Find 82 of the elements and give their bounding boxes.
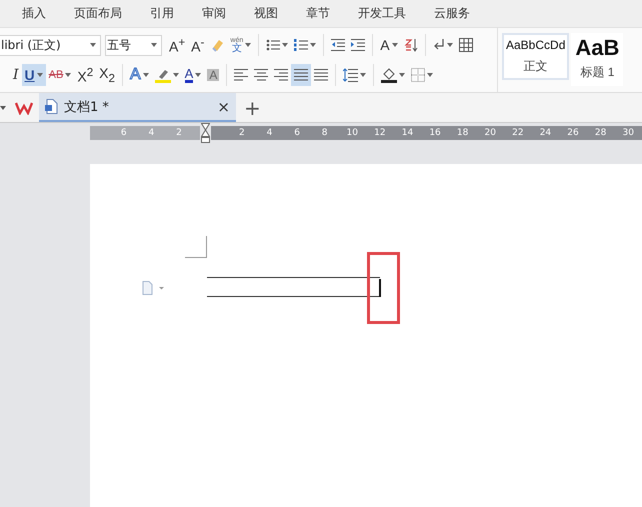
menu-tab[interactable]: 云服务 — [434, 5, 470, 22]
outdent-icon — [331, 38, 346, 52]
menu-tab[interactable]: 审阅 — [202, 5, 226, 22]
caret-icon — [245, 43, 252, 47]
document-tab[interactable]: 文档1 * × — [39, 93, 236, 122]
margin-corner-mark — [185, 236, 207, 258]
table-icon — [458, 38, 473, 52]
ruler-number: 26 — [566, 128, 580, 138]
ruler-number: 14 — [400, 128, 414, 138]
menu-tab[interactable]: 开发工具 — [358, 5, 406, 22]
document-title: 文档1 * — [64, 98, 110, 116]
caret-icon — [36, 73, 43, 77]
style-preset[interactable]: AaB 标题 1 — [571, 33, 624, 86]
font-family-field[interactable]: libri (正文) — [0, 34, 101, 56]
toolbar-button[interactable]: A — [377, 34, 401, 56]
return-arrow-icon — [432, 38, 445, 52]
alignment-icon — [314, 69, 328, 81]
ruler-number: 30 — [621, 128, 635, 138]
caret-icon — [310, 43, 316, 47]
new-tab-button[interactable]: + — [244, 96, 261, 120]
highlight-frame — [367, 252, 400, 324]
ruler-number: 28 — [594, 128, 608, 138]
caret-icon — [399, 73, 406, 77]
caret-icon — [142, 73, 149, 77]
ruler-number: 2 — [175, 128, 183, 138]
style-preset[interactable]: AaBbCcDd 正文 — [502, 33, 570, 80]
toolbar-button[interactable]: AB — [46, 64, 74, 86]
alignment-icon — [274, 69, 288, 81]
ruler-number: 10 — [346, 128, 359, 138]
ruler-number: 22 — [511, 128, 525, 138]
caret-icon — [65, 73, 72, 77]
alignment-icon — [234, 69, 248, 81]
logo-icon[interactable] — [15, 100, 33, 114]
caret-icon — [195, 73, 202, 77]
ruler-number: 16 — [428, 128, 442, 138]
ruler-number: 8 — [320, 128, 329, 138]
toolbar-button[interactable] — [291, 64, 312, 86]
caret-icon — [282, 43, 288, 47]
toolbar-button[interactable]: I — [10, 64, 22, 86]
toolbar-button[interactable]: A — [182, 64, 204, 86]
line-spacing-icon — [343, 68, 358, 82]
bullet-list-icon — [266, 38, 280, 52]
toolbar-button[interactable]: X$^{2}$ — [74, 64, 96, 86]
caret-icon — [427, 73, 434, 77]
ruler-number: 12 — [373, 128, 387, 138]
ruler-number: 2 — [238, 128, 246, 138]
ruler-number: 20 — [484, 128, 497, 138]
highlighter-icon — [154, 68, 171, 82]
sort-icon — [404, 38, 418, 52]
ruler-number: 4 — [266, 128, 274, 138]
ruler-number: 24 — [538, 128, 552, 138]
ruler-number: 6 — [120, 128, 128, 138]
ruler-number: 4 — [148, 128, 156, 138]
toolbar-button[interactable]: U — [22, 64, 46, 86]
indent-marker[interactable] — [201, 123, 210, 143]
caret-icon — [0, 106, 6, 110]
menu-tab[interactable]: 章节 — [306, 5, 330, 22]
indent-icon — [351, 38, 366, 52]
caret-icon — [90, 43, 96, 47]
alignment-icon — [254, 69, 268, 81]
numbered-list-icon — [294, 38, 308, 52]
menu-tab[interactable]: 视图 — [254, 5, 278, 22]
caret-icon — [172, 73, 179, 77]
alignment-icon — [294, 69, 308, 81]
menu-tab[interactable]: 插入 — [22, 5, 46, 22]
ruler-number: 6 — [293, 128, 301, 138]
eraser-icon — [210, 38, 224, 52]
document-icon — [45, 99, 58, 114]
caret-icon — [360, 73, 366, 77]
menu-tab[interactable]: 引用 — [150, 5, 174, 22]
caret-icon — [392, 43, 398, 47]
toolbar-button[interactable]: A$^{-}$ — [188, 34, 208, 56]
ruler-number: 18 — [456, 128, 470, 138]
toolbar-button[interactable]: X$_{2}$ — [96, 64, 118, 86]
toolbar-button[interactable]: A$^{+}$ — [166, 34, 188, 56]
borders-icon — [411, 68, 426, 82]
caret-icon — [151, 43, 157, 47]
menu-tab[interactable]: 页面布局 — [74, 5, 122, 22]
text-cursor — [379, 279, 381, 297]
font-size-field[interactable]: 五号 — [105, 34, 162, 56]
caret-icon — [446, 43, 453, 47]
close-tab-button[interactable]: × — [217, 98, 230, 116]
